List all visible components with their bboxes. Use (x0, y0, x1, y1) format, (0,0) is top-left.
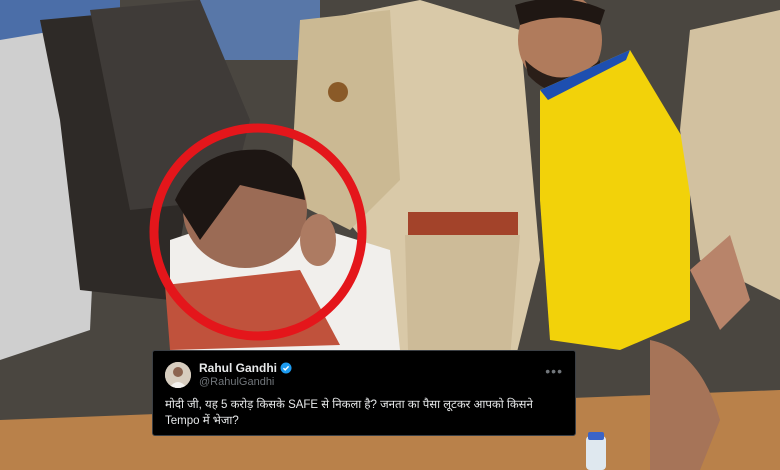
author-handle[interactable]: @RahulGandhi (199, 375, 292, 389)
police-belt (408, 212, 518, 238)
tweet-author: Rahul Gandhi @RahulGandhi (199, 361, 292, 389)
avatar-image (165, 362, 191, 388)
author-name[interactable]: Rahul Gandhi (199, 361, 277, 375)
seated-man-hands (300, 214, 336, 266)
tweet-card[interactable]: Rahul Gandhi @RahulGandhi ••• मोदी जी, य… (152, 350, 576, 436)
verified-badge-icon (280, 362, 292, 374)
more-options-icon[interactable]: ••• (545, 363, 563, 379)
tweet-text: मोदी जी, यह 5 करोड़ किसके SAFE से निकला … (165, 399, 533, 427)
avatar[interactable] (165, 362, 191, 388)
water-bottle (586, 436, 606, 470)
police-badge (328, 82, 348, 102)
tweet-header: Rahul Gandhi @RahulGandhi ••• (165, 359, 563, 391)
name-row: Rahul Gandhi (199, 361, 292, 375)
bottle-cap (588, 432, 604, 440)
